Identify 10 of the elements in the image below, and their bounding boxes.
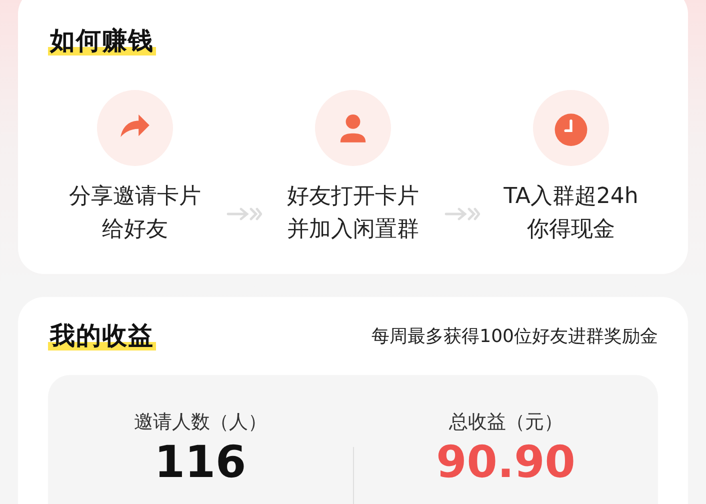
stat-label: 邀请人数（人）	[134, 410, 267, 435]
arrow-icon	[226, 207, 262, 221]
step-text: 分享邀请卡片 给好友	[69, 183, 201, 244]
arrow-icon	[444, 207, 480, 221]
step-text: 好友打开卡片 并加入闲置群	[287, 183, 419, 244]
stat-label: 总收益（元）	[448, 410, 563, 435]
step-text: TA入群超24h 你得现金	[504, 183, 638, 244]
note-text: 每周最多获得100位好友进群奖励金	[372, 325, 658, 348]
stat-value: 90.90	[436, 437, 576, 489]
stat-value: 116	[154, 437, 246, 489]
